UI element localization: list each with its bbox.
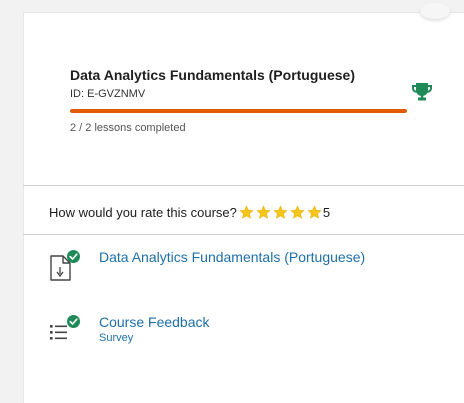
item-link-course-feedback[interactable]: Course Feedback <box>99 314 210 330</box>
panel-corner-decoration <box>420 3 450 19</box>
star-icon[interactable] <box>290 204 305 220</box>
course-rating: How would you rate this course? 5 <box>49 201 330 223</box>
progress-bar-fill <box>70 109 407 113</box>
course-id: ID: E-GVZNMV <box>70 88 146 100</box>
course-title: Data Analytics Fundamentals (Portuguese) <box>70 67 355 83</box>
completed-check-icon <box>67 315 80 328</box>
section-divider-bottom <box>23 234 464 235</box>
star-icon[interactable] <box>273 204 288 220</box>
item-link-course[interactable]: Data Analytics Fundamentals (Portuguese) <box>99 249 365 265</box>
trophy-icon <box>412 83 432 101</box>
rating-question: How would you rate this course? <box>49 204 237 220</box>
rating-stars[interactable] <box>239 204 324 220</box>
item-subtitle-survey: Survey <box>99 332 134 344</box>
progress-bar <box>70 109 407 113</box>
star-icon[interactable] <box>307 204 322 220</box>
lessons-completed-text: 2 / 2 lessons completed <box>70 122 186 134</box>
rating-value: 5 <box>322 204 331 220</box>
completed-check-icon <box>67 250 80 263</box>
star-icon[interactable] <box>256 204 271 220</box>
section-divider-top <box>23 185 464 186</box>
star-icon[interactable] <box>239 204 254 220</box>
